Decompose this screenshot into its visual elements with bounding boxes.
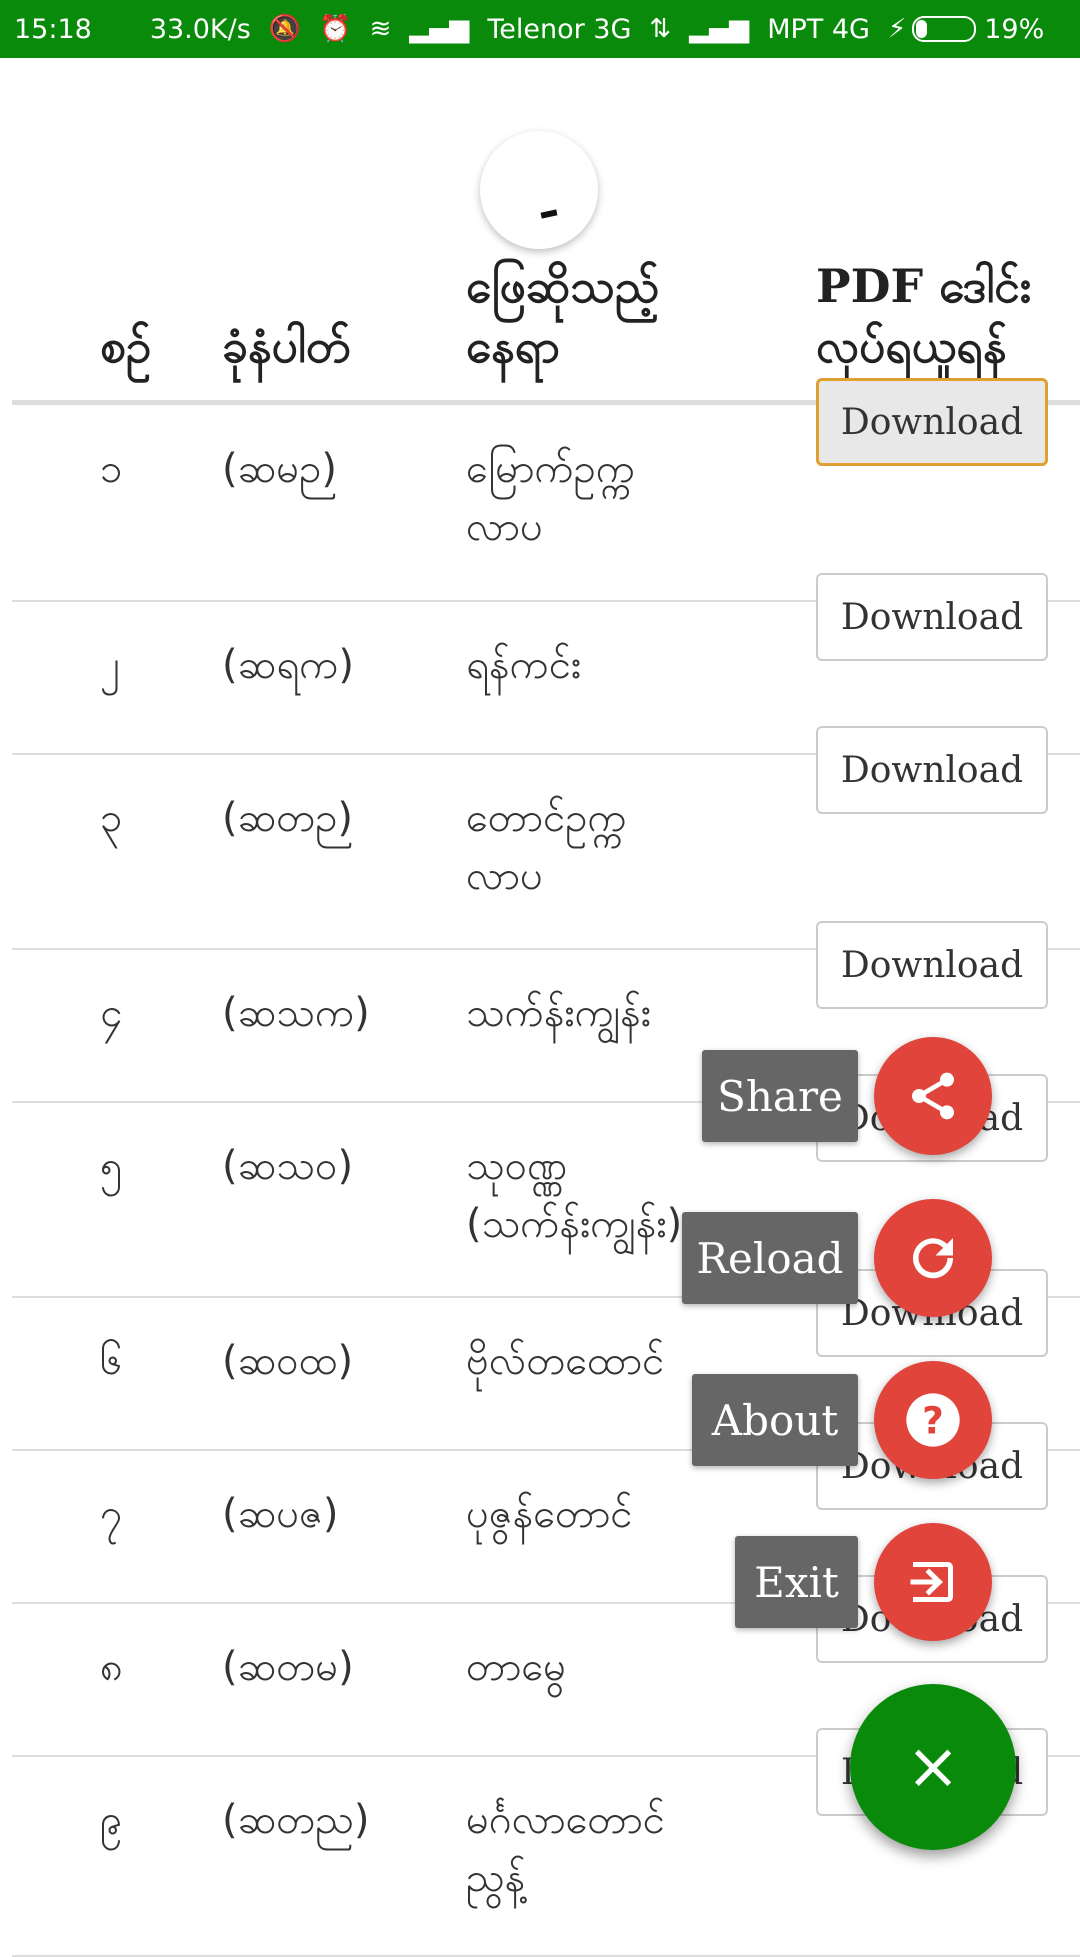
battery-fill (916, 20, 928, 38)
row-place-line1: မြောက်ဥက္က (466, 446, 635, 492)
row-place-line1: တာမွေ (466, 1644, 566, 1690)
download-button[interactable]: Download (816, 921, 1048, 1009)
row-place-line1: သု၀ဏ္ဏ (466, 1143, 568, 1189)
about-button[interactable]: ? (874, 1361, 992, 1479)
exit-label[interactable]: Exit (735, 1536, 858, 1628)
row-place: သက်န်းကျွန်း (466, 984, 766, 1042)
row-number: ၈ (100, 1644, 123, 1690)
header-code: ခုံနံပါတ် (222, 319, 351, 373)
row-place: မြောက်ဥက္ကလာပ (466, 440, 766, 556)
mute-icon: 🔕 (268, 14, 302, 44)
header-place: ဖြေဆိုသည့် နေရာ (466, 256, 766, 376)
row-place: တာမွေ (466, 1638, 766, 1696)
row-code: (ဆသက) (222, 990, 370, 1036)
download-button[interactable]: Download (816, 378, 1048, 466)
share-icon (912, 1072, 954, 1120)
signal-icon-2: ▂▄▆ (689, 14, 750, 44)
row-code: (ဆတဉ) (222, 795, 354, 841)
row-number: ၆ (100, 1338, 123, 1384)
signal-icon: ▂▄▆ (409, 14, 470, 44)
download-button[interactable]: Download (816, 573, 1048, 661)
help-icon: ? (906, 1393, 960, 1447)
header-place-line1: ဖြေဆိုသည့် (466, 259, 660, 313)
row-place-line1: ရန်ကင်း (466, 642, 582, 688)
loading-spinner (480, 131, 598, 249)
header-pdf: PDF ဒေါင်း လုပ်ရယူရန် (816, 256, 1031, 376)
status-speed: 33.0K/s (149, 13, 251, 45)
row-place: ပုဇွန်တောင် (466, 1485, 766, 1543)
row-number: ၉ (100, 1797, 123, 1843)
battery-icon (912, 16, 977, 42)
status-battery: 19% (984, 13, 1045, 45)
status-carrier1: Telenor 3G (487, 13, 632, 45)
share-label[interactable]: Share (702, 1050, 858, 1142)
header-pdf-line2: လုပ်ရယူရန် (816, 319, 1007, 373)
row-number: ၅ (100, 1143, 123, 1189)
row-place: ရန်ကင်း (466, 636, 766, 694)
fab-close-button[interactable]: × (850, 1684, 1016, 1850)
row-place-line1: မင်္ဂလာတောင် (466, 1797, 665, 1843)
row-number: ၁ (100, 446, 123, 492)
wifi-icon: ≋ (369, 14, 392, 44)
alarm-icon: ⏰ (319, 14, 352, 44)
close-icon: × (906, 1730, 960, 1804)
header-pdf-line1: PDF ဒေါင်း (816, 259, 1032, 313)
reload-icon (913, 1238, 954, 1279)
row-number: ၂ (100, 642, 120, 688)
row-place-line1: ပုဇွန်တောင် (466, 1491, 633, 1537)
reload-label[interactable]: Reload (682, 1212, 858, 1304)
row-place-line2: လာပ (466, 504, 543, 550)
row-code: (ဆ၀ထ) (222, 1338, 354, 1384)
row-place-line1: သက်န်းကျွန်း (466, 990, 651, 1036)
header-no: စဉ် (100, 319, 152, 373)
row-place: မင်္ဂလာတောင်ညွန့် (466, 1791, 766, 1907)
status-time: 15:18 (14, 13, 92, 45)
row-code: (ဆတည) (222, 1797, 370, 1843)
data-arrows-icon: ⇅ (649, 14, 672, 44)
share-button[interactable] (874, 1037, 992, 1155)
header-place-line2: နေရာ (466, 319, 561, 373)
row-place: တောင်ဥက္ကလာပ (466, 789, 766, 905)
svg-text:?: ? (922, 1398, 944, 1442)
row-place-line2: ညွန့် (466, 1855, 526, 1901)
row-code: (ဆရက) (222, 642, 354, 688)
exit-icon (910, 1562, 953, 1602)
about-label[interactable]: About (692, 1374, 858, 1466)
download-button[interactable]: Download (816, 726, 1048, 814)
row-code: (ဆမဉ) (222, 446, 337, 492)
row-code: (ဆတမ) (222, 1644, 354, 1690)
row-place-line1: တောင်ဥက္က (466, 795, 627, 841)
row-code: (ဆပဇ) (222, 1491, 339, 1537)
charging-icon: ⚡ (887, 14, 907, 44)
exit-button[interactable] (874, 1523, 992, 1641)
reload-button[interactable] (874, 1199, 992, 1317)
row-code: (ဆသ၀) (222, 1143, 354, 1189)
status-carrier2: MPT 4G (767, 13, 870, 45)
row-place-line2: လာပ (466, 853, 543, 899)
status-bar: 15:18 33.0K/s 🔕 ⏰ ≋ ▂▄▆ Telenor 3G ⇅ ▂▄▆… (0, 0, 1080, 58)
row-number: ၇ (100, 1491, 123, 1537)
row-number: ၃ (100, 795, 123, 841)
row-number: ၄ (100, 990, 123, 1036)
